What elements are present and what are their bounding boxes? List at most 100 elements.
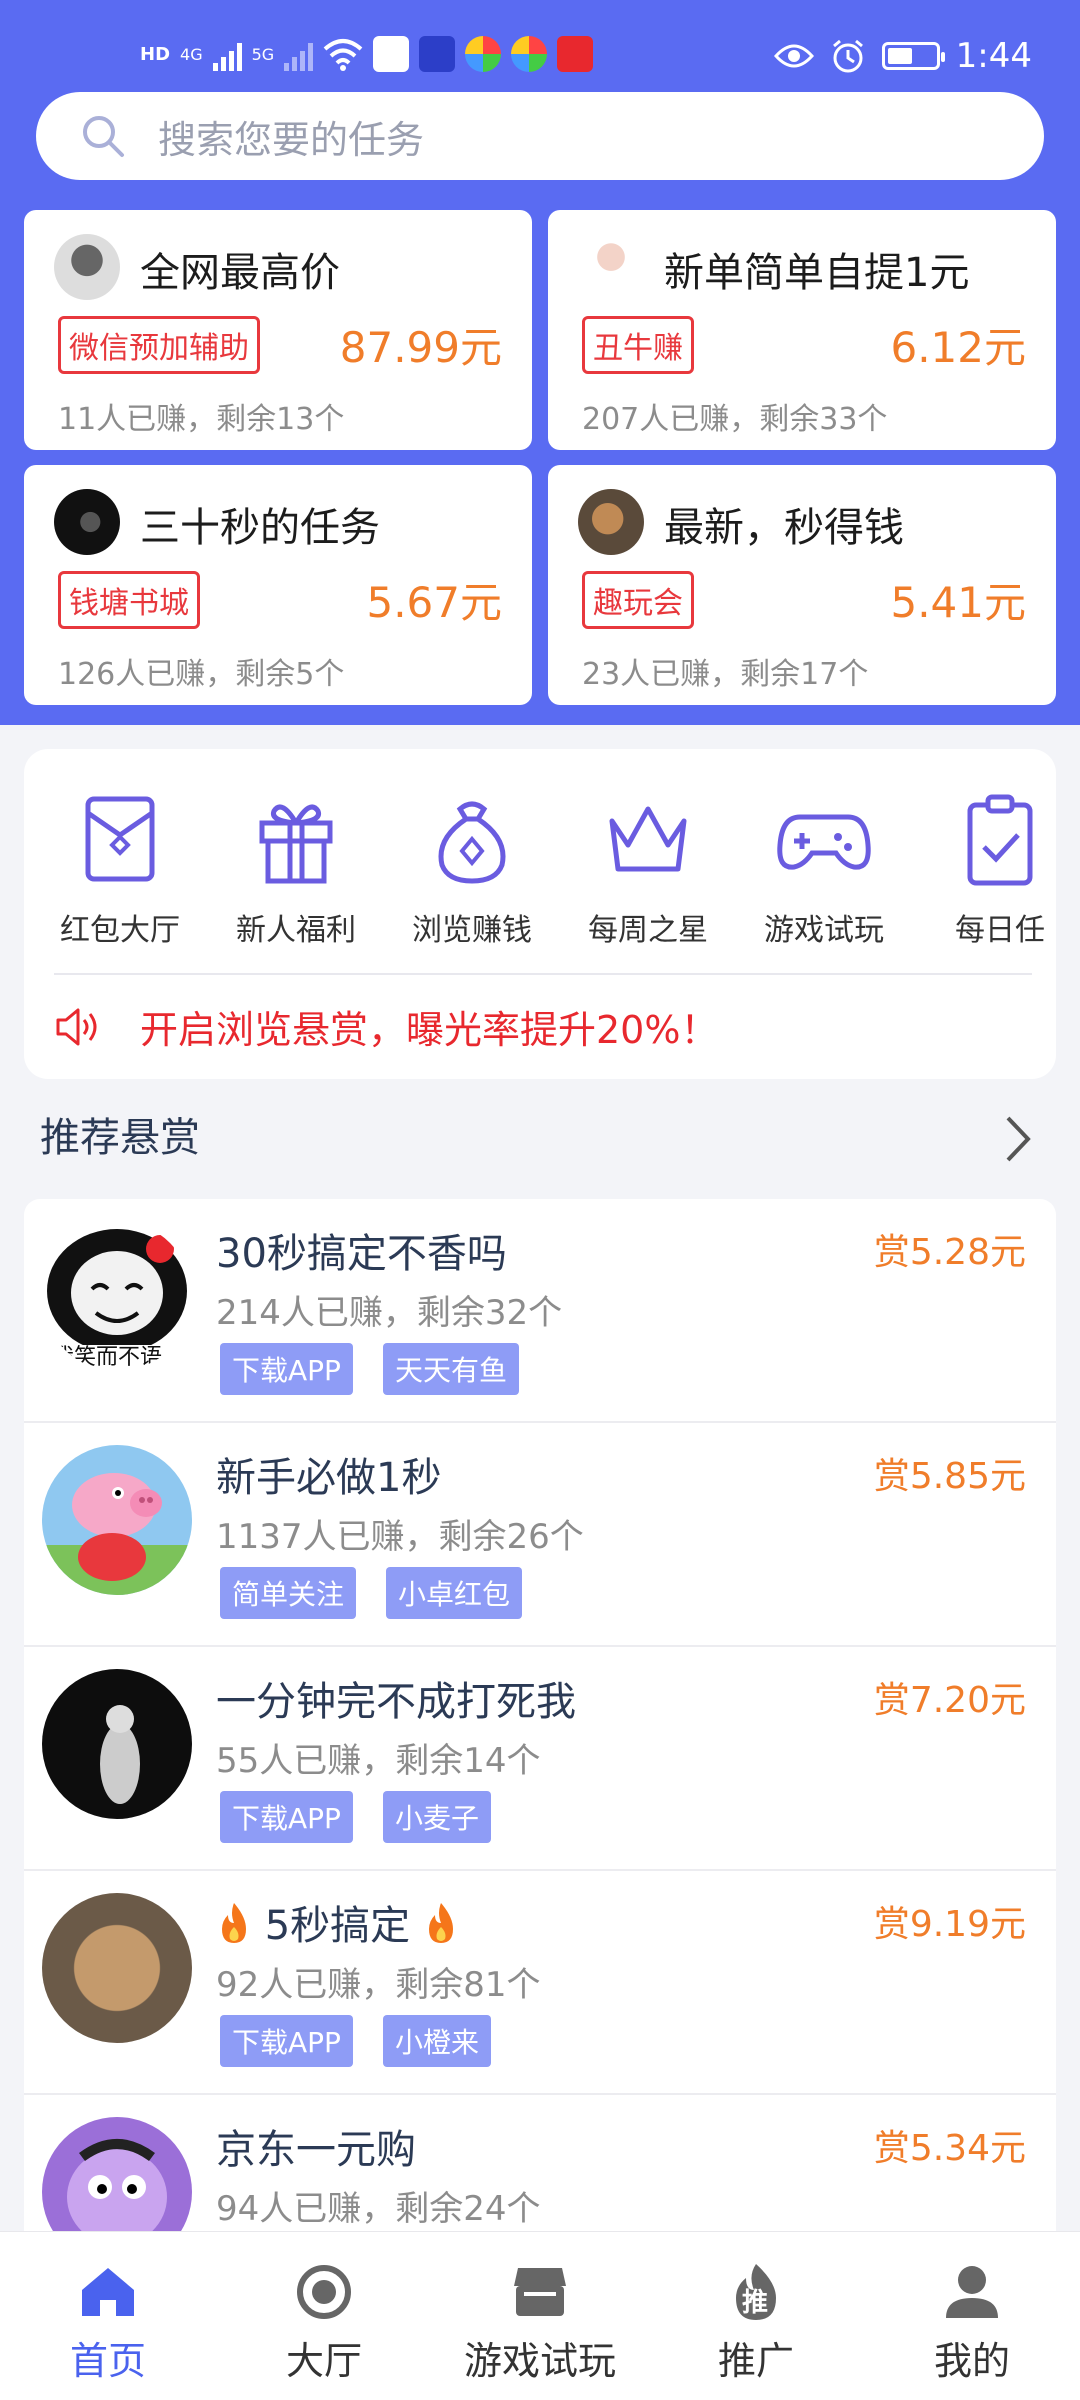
avatar [54,489,120,555]
chevron-right-icon[interactable] [1000,1112,1036,1166]
task-reward: 赏5.28元 [873,1232,1026,1273]
tab-hall[interactable]: 大厅 [216,2260,432,2385]
status-bar: HD 4G 5G 1:44 [0,30,1080,100]
task-stats: 214人已赚，剩余32个 [216,1293,563,1333]
avatar [578,234,644,300]
card-price: 6.12元 [890,323,1026,372]
section-title: 推荐悬赏 [40,1115,200,1161]
card-price: 5.41元 [890,578,1026,627]
app-notification-icon-5 [557,36,594,72]
menu-item-game-trial[interactable]: 游戏试玩 [744,789,904,949]
top-task-card[interactable]: 三十秒的任务 钱塘书城 5.67元 126人已赚，剩余5个 [24,465,532,705]
user-icon [946,2266,998,2318]
task-tag: 简单关注 [220,1567,357,1619]
tab-label: 首页 [69,2339,146,2383]
tab-label: 游戏试玩 [463,2339,616,2383]
store-icon [514,2268,566,2316]
eye-icon [773,44,814,68]
avatar [42,1445,192,1595]
tab-home[interactable]: 首页 [0,2260,216,2385]
card-title: 最新，秒得钱 [664,505,904,551]
battery-icon [881,42,945,70]
task-title: 一分钟完不成打死我 [216,1679,576,1725]
tab-label: 我的 [933,2339,1010,2383]
card-price: 87.99元 [339,323,502,372]
tab-label: 大厅 [285,2339,362,2383]
task-stats: 94人已赚，剩余24个 [216,2189,541,2229]
menu-item-label: 新人福利 [236,913,356,948]
alarm-icon [832,39,863,73]
menu-item-label: 每日任 [955,913,1045,948]
task-title: 5秒搞定 [216,1893,459,1951]
flame-badge: 推 [742,2288,769,2318]
menu-item-new-user[interactable]: 新人福利 [216,789,376,949]
card-price: 5.67元 [366,578,502,627]
app-notification-icon-2 [419,36,456,72]
search-bar[interactable]: 搜索您要的任务 [36,92,1044,180]
menu-item-red-envelope[interactable]: 红包大厅 [40,789,200,949]
top-task-card[interactable]: 全网最高价 微信预加辅助 87.99元 11人已赚，剩余13个 [24,210,532,450]
task-tag: 下载APP [220,1343,353,1395]
task-tag: 小橙来 [382,2015,491,2067]
task-tag: 天天有鱼 [382,1343,519,1395]
task-row[interactable]: 京东一元购 94人已赚，剩余24个 赏5.34元 [24,2095,1056,2231]
quick-menu: 红包大厅 新人福利 浏览赚钱 每周之星 游戏试玩 每日任 开启浏览悬赏，曝光率提… [24,749,1056,1079]
red-envelope-icon [85,796,155,882]
task-title: 京东一元购 [216,2127,416,2173]
card-tag: 丑牛赚 [582,316,694,374]
card-stats: 11人已赚，剩余13个 [58,402,345,437]
task-title: 新手必做1秒 [216,1455,442,1501]
notice-bar[interactable]: 开启浏览悬赏，曝光率提升20%！ [52,999,718,1054]
avatar [54,234,120,300]
task-row[interactable]: 我笑而不语 30秒搞定不香吗 214人已赚，剩余32个 下载APP 天天有鱼 赏… [24,1199,1056,1423]
signal-icon [212,37,242,71]
4g-indicator: 4G [180,44,203,64]
avatar-caption: 我笑而不语 [52,1345,163,1370]
task-tag: 小麦子 [382,1791,491,1843]
gamepad-icon [777,814,871,870]
search-icon [83,116,124,157]
money-bag-icon [438,801,506,884]
card-tag: 钱塘书城 [58,571,200,629]
task-tag: 小卓红包 [386,1567,523,1619]
gift-icon [259,804,333,884]
signal-icon-2 [284,37,314,71]
avatar [42,1669,192,1819]
card-tag: 微信预加辅助 [58,316,260,374]
notice-text: 开启浏览悬赏，曝光率提升20%！ [140,1008,719,1052]
menu-item-daily-task[interactable]: 每日任 [920,789,1056,949]
menu-item-browse-earn[interactable]: 浏览赚钱 [392,789,552,949]
fire-icon [428,1903,453,1943]
app-notification-icon [373,36,410,72]
task-row[interactable]: 新手必做1秒 1137人已赚，剩余26个 简单关注 小卓红包 赏5.85元 [24,1423,1056,1647]
tab-promote[interactable]: 推 推广 [648,2260,864,2385]
circle-target-icon [297,2265,351,2319]
task-row[interactable]: 5秒搞定 92人已赚，剩余81个 下载APP 小橙来 赏9.19元 [24,1871,1056,2095]
tab-game-trial[interactable]: 游戏试玩 [432,2260,648,2385]
5g-indicator: 5G [251,44,275,64]
app-notification-icon-4 [511,36,548,72]
status-time: 1:44 [955,36,1032,76]
avatar: 我笑而不语 [42,1221,192,1371]
top-task-card[interactable]: 最新，秒得钱 趣玩会 5.41元 23人已赚，剩余17个 [548,465,1056,705]
avatar [578,489,644,555]
card-stats: 126人已赚，剩余5个 [58,657,345,692]
task-stats: 55人已赚，剩余14个 [216,1741,541,1781]
task-stats: 1137人已赚，剩余26个 [216,1517,584,1557]
task-tag: 下载APP [220,1791,353,1843]
wifi-icon [323,39,363,71]
tab-label: 推广 [717,2339,794,2383]
speaker-icon [56,1008,97,1045]
top-task-card[interactable]: 新单简单自提1元 丑牛赚 6.12元 207人已赚，剩余33个 [548,210,1056,450]
menu-item-label: 浏览赚钱 [412,913,532,948]
menu-item-weekly-star[interactable]: 每周之星 [568,789,728,949]
task-row[interactable]: 一分钟完不成打死我 55人已赚，剩余14个 下载APP 小麦子 赏7.20元 [24,1647,1056,1871]
tab-mine[interactable]: 我的 [864,2260,1080,2385]
search-placeholder: 搜索您要的任务 [158,117,425,162]
task-title-text: 5秒搞定 [264,1903,411,1949]
clipboard-check-icon [967,794,1033,886]
divider [54,973,1032,975]
app-notification-icon-3 [465,36,502,72]
bottom-tab-bar: 首页 大厅 游戏试玩 推 推广 我的 [0,2231,1080,2400]
task-reward: 赏7.20元 [873,1680,1026,1721]
